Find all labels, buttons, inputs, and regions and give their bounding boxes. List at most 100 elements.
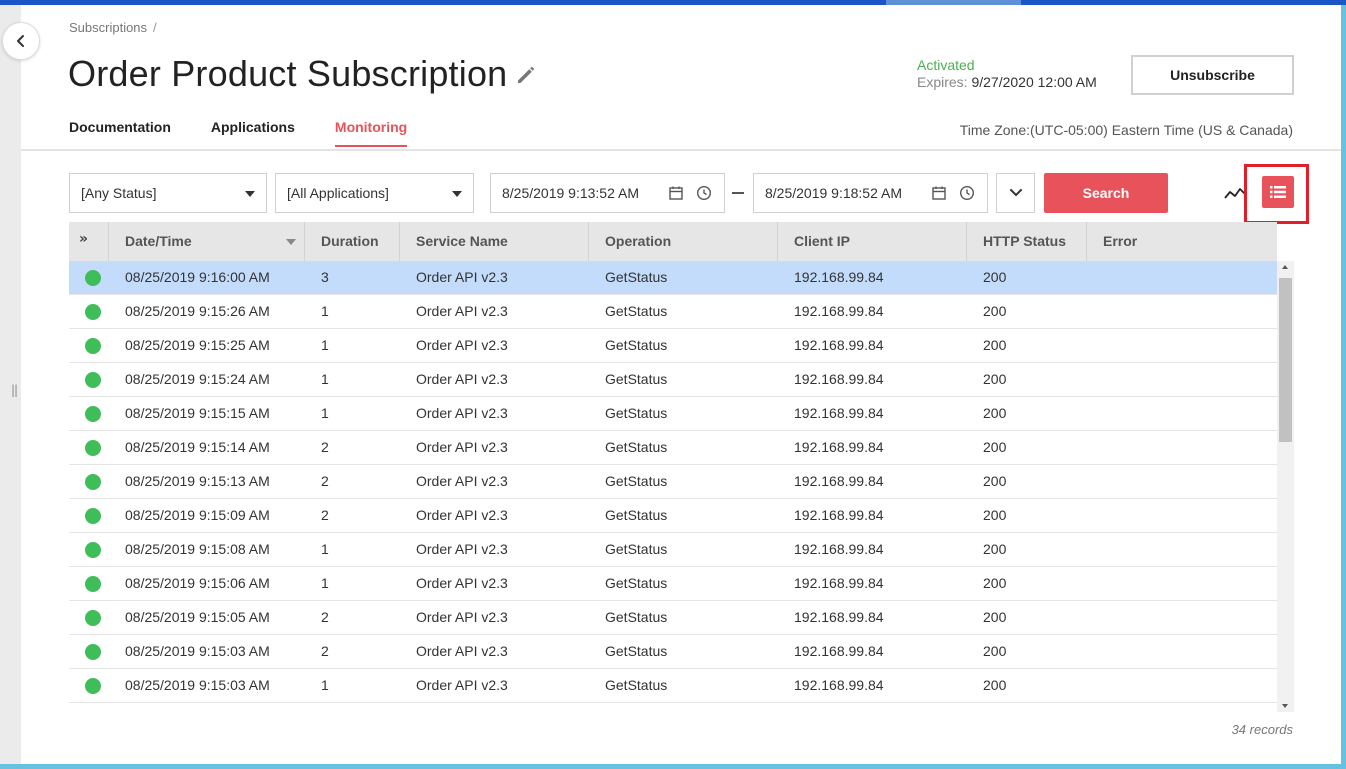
tab-documentation[interactable]: Documentation bbox=[69, 119, 171, 147]
cell-duration: 2 bbox=[321, 439, 329, 455]
status-activated-label: Activated bbox=[917, 57, 975, 73]
cell-duration: 1 bbox=[305, 703, 400, 712]
column-header-label: HTTP Status bbox=[983, 233, 1066, 249]
table-row[interactable]: 08/25/2019 9:15:15 AM 1 Order API v2.3 GetS… bbox=[69, 397, 1277, 431]
cell-datetime: 08/25/2019 9:16:00 AM bbox=[125, 269, 270, 285]
table-row[interactable]: 08/25/2019 9:15:02 AM1Order API v2.3GetS… bbox=[69, 703, 1277, 712]
status-filter-value: [Any Status] bbox=[81, 185, 157, 201]
cell-http-status: 200 bbox=[983, 439, 1007, 455]
cell-error bbox=[1087, 431, 1277, 464]
scroll-up-arrow-icon[interactable] bbox=[1282, 265, 1288, 269]
table-row[interactable]: 08/25/2019 9:15:08 AM 1 Order API v2.3 GetS… bbox=[69, 533, 1277, 567]
grid-body: 08/25/2019 9:16:00 AM 3 Order API v2.3 GetS… bbox=[69, 261, 1277, 712]
column-header-datetime[interactable]: Date/Time bbox=[109, 222, 305, 261]
cell-client-ip: 192.168.99.84 bbox=[794, 371, 884, 387]
edit-title-button[interactable] bbox=[514, 63, 538, 87]
cell-operation: GetStatus bbox=[605, 643, 668, 659]
unsubscribe-button[interactable]: Unsubscribe bbox=[1131, 55, 1294, 95]
to-datetime-input[interactable]: 8/25/2019 9:18:52 AM bbox=[753, 173, 988, 213]
left-collapsed-rail: || bbox=[0, 5, 21, 764]
application-filter-select[interactable]: [All Applications] bbox=[275, 173, 474, 213]
cell-status bbox=[69, 431, 109, 464]
cell-datetime: 08/25/2019 9:15:24 AM bbox=[125, 371, 270, 387]
table-row[interactable]: 08/25/2019 9:15:13 AM 2 Order API v2.3 GetS… bbox=[69, 465, 1277, 499]
resize-grip-icon[interactable]: || bbox=[11, 383, 18, 397]
cell-operation: GetStatus bbox=[605, 677, 668, 693]
vertical-scrollbar[interactable] bbox=[1277, 261, 1294, 712]
table-row[interactable]: 08/25/2019 9:15:03 AM 1 Order API v2.3 GetS… bbox=[69, 669, 1277, 703]
tab-monitoring[interactable]: Monitoring bbox=[334, 119, 408, 147]
back-button[interactable] bbox=[2, 22, 40, 60]
table-row[interactable]: 08/25/2019 9:15:03 AM 2 Order API v2.3 GetS… bbox=[69, 635, 1277, 669]
clock-icon[interactable] bbox=[696, 185, 712, 201]
tabs-divider bbox=[21, 149, 1341, 151]
table-row[interactable]: 08/25/2019 9:15:06 AM 1 Order API v2.3 GetS… bbox=[69, 567, 1277, 601]
cell-status bbox=[69, 567, 109, 600]
from-datetime-input[interactable]: 8/25/2019 9:13:52 AM bbox=[490, 173, 725, 213]
cell-http-status: 200 bbox=[983, 609, 1007, 625]
cell-operation: GetStatus bbox=[605, 473, 668, 489]
line-chart-icon[interactable] bbox=[1224, 185, 1246, 201]
status-success-dot-icon bbox=[85, 338, 101, 354]
cell-client-ip: 192.168.99.84 bbox=[794, 575, 884, 591]
column-header-service-name[interactable]: Service Name bbox=[400, 222, 589, 261]
column-header-client-ip[interactable]: Client IP bbox=[778, 222, 967, 261]
column-header-http-status[interactable]: HTTP Status bbox=[967, 222, 1087, 261]
expand-all-button[interactable]: » bbox=[69, 222, 109, 261]
table-row[interactable]: 08/25/2019 9:15:14 AM 2 Order API v2.3 GetS… bbox=[69, 431, 1277, 465]
application-filter-value: [All Applications] bbox=[287, 185, 389, 201]
cell-duration: 1 bbox=[321, 405, 329, 421]
cell-operation: GetStatus bbox=[589, 703, 778, 712]
from-datetime-value: 8/25/2019 9:13:52 AM bbox=[502, 185, 639, 201]
search-button[interactable]: Search bbox=[1044, 173, 1168, 213]
status-success-dot-icon bbox=[85, 270, 101, 286]
scroll-down-arrow-icon[interactable] bbox=[1282, 704, 1288, 708]
table-row[interactable]: 08/25/2019 9:16:00 AM 3 Order API v2.3 GetS… bbox=[69, 261, 1277, 295]
list-view-toggle-button[interactable] bbox=[1262, 176, 1294, 208]
cell-service-name: Order API v2.3 bbox=[416, 439, 508, 455]
cell-service-name: Order API v2.3 bbox=[416, 677, 508, 693]
sort-desc-icon bbox=[286, 239, 296, 245]
status-success-dot-icon bbox=[85, 474, 101, 490]
table-row[interactable]: 08/25/2019 9:15:26 AM 1 Order API v2.3 GetS… bbox=[69, 295, 1277, 329]
table-row[interactable]: 08/25/2019 9:15:05 AM 2 Order API v2.3 GetS… bbox=[69, 601, 1277, 635]
table-row[interactable]: 08/25/2019 9:15:24 AM 1 Order API v2.3 GetS… bbox=[69, 363, 1277, 397]
cell-operation: GetStatus bbox=[605, 609, 668, 625]
cell-http-status: 200 bbox=[983, 677, 1007, 693]
column-header-label: Date/Time bbox=[125, 233, 192, 249]
cell-datetime: 08/25/2019 9:15:08 AM bbox=[125, 541, 270, 557]
cell-status bbox=[69, 329, 109, 362]
cell-error bbox=[1087, 397, 1277, 430]
table-row[interactable]: 08/25/2019 9:15:09 AM 2 Order API v2.3 GetS… bbox=[69, 499, 1277, 533]
cell-duration: 3 bbox=[321, 269, 329, 285]
cell-service-name: Order API v2.3 bbox=[416, 371, 508, 387]
calendar-icon[interactable] bbox=[668, 185, 684, 201]
cell-service-name: Order API v2.3 bbox=[416, 303, 508, 319]
cell-client-ip: 192.168.99.84 bbox=[794, 507, 884, 523]
cell-client-ip: 192.168.99.84 bbox=[794, 677, 884, 693]
column-header-error[interactable]: Error bbox=[1087, 222, 1277, 261]
page-title: Order Product Subscription bbox=[68, 53, 508, 94]
status-success-dot-icon bbox=[85, 508, 101, 524]
table-row[interactable]: 08/25/2019 9:15:25 AM 1 Order API v2.3 GetS… bbox=[69, 329, 1277, 363]
record-count: 34 records bbox=[1231, 722, 1293, 737]
status-filter-select[interactable]: [Any Status] bbox=[69, 173, 267, 213]
clock-icon[interactable] bbox=[959, 185, 975, 201]
breadcrumb-subscriptions-link[interactable]: Subscriptions bbox=[69, 20, 147, 35]
cell-error bbox=[1087, 295, 1277, 328]
subscription-status: Activated Expires: 9/27/2020 12:00 AM bbox=[917, 57, 1097, 91]
calendar-icon[interactable] bbox=[931, 185, 947, 201]
cell-service-name: Order API v2.3 bbox=[416, 609, 508, 625]
monitoring-grid: » Date/Time Duration Service Name Operat… bbox=[69, 222, 1294, 712]
tab-applications[interactable]: Applications bbox=[211, 119, 295, 147]
chevron-down-icon bbox=[1009, 189, 1022, 196]
status-success-dot-icon bbox=[85, 610, 101, 626]
cell-duration: 2 bbox=[321, 609, 329, 625]
cell-status bbox=[69, 533, 109, 566]
more-filters-button[interactable] bbox=[996, 173, 1035, 213]
cell-service-name: Order API v2.3 bbox=[416, 643, 508, 659]
column-header-duration[interactable]: Duration bbox=[305, 222, 400, 261]
list-icon bbox=[1270, 186, 1286, 198]
column-header-operation[interactable]: Operation bbox=[589, 222, 778, 261]
scrollbar-thumb[interactable] bbox=[1279, 278, 1292, 442]
